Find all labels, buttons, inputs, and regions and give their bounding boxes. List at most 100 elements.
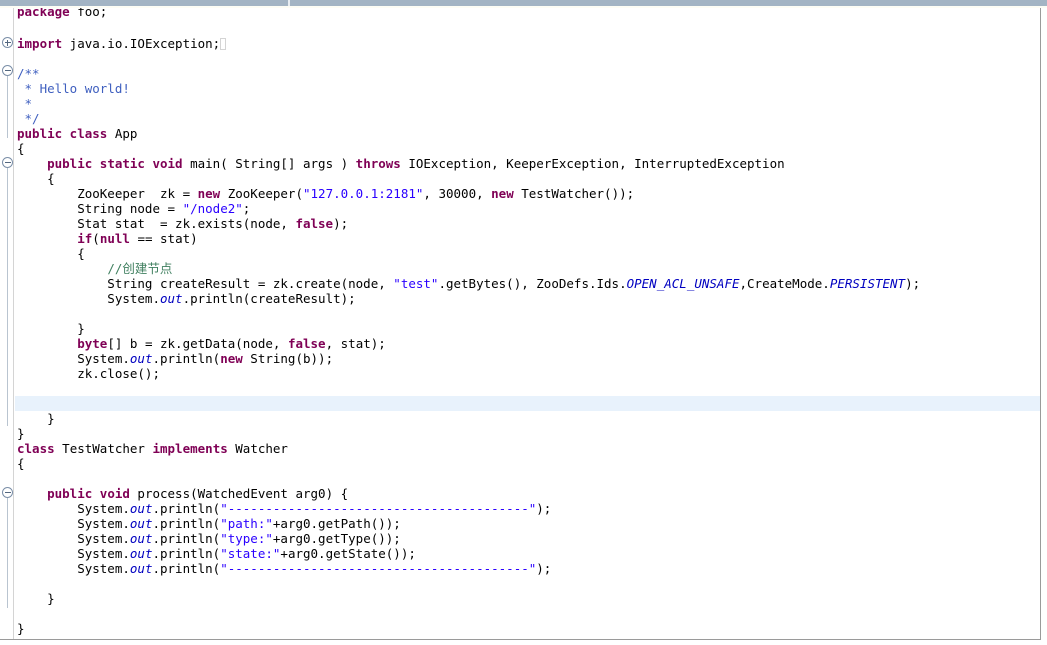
code-token-kw: byte (77, 336, 108, 351)
code-token-cmt: //创建节点 (107, 261, 173, 276)
code-token-jdoc: /** (17, 66, 40, 81)
code-line[interactable]: } (17, 321, 85, 336)
code-token-kw: public void (47, 486, 130, 501)
code-token-jdoc: * Hello world! (17, 81, 130, 96)
code-line[interactable]: zk.close(); (17, 366, 160, 381)
code-token-plain: .println( (152, 351, 221, 366)
code-line[interactable]: /** (17, 66, 40, 81)
code-line[interactable]: System.out.println(createResult); (17, 291, 355, 306)
code-token-plain: App (107, 126, 138, 141)
code-token-plain: ZooKeeper zk = (17, 186, 198, 201)
code-line[interactable]: System.out.println("state:"+arg0.getStat… (17, 546, 416, 561)
folding-gutter[interactable] (0, 8, 14, 639)
code-token-plain: +arg0.getType()); (272, 531, 401, 546)
code-token-plain: .println( (152, 516, 221, 531)
code-token-plain: == stat) (129, 231, 198, 246)
code-token-str: "path:" (220, 516, 273, 531)
fold-connector-line (7, 168, 8, 426)
code-line[interactable]: */ (17, 111, 40, 126)
code-token-plain: System. (17, 291, 160, 306)
code-token-plain: ( (92, 231, 100, 246)
code-line[interactable]: } (17, 591, 55, 606)
code-line[interactable]: System.out.println("--------------------… (17, 561, 551, 576)
code-line[interactable]: String node = "/node2"; (17, 201, 250, 216)
code-token-plain: System. (17, 561, 130, 576)
fold-ring (2, 37, 13, 48)
code-line[interactable]: System.out.println("--------------------… (17, 501, 551, 516)
code-token-plain: } (17, 321, 85, 336)
code-line[interactable]: { (17, 246, 85, 261)
code-token-stat: out (129, 546, 153, 561)
occurrence-marker-icon (220, 38, 227, 50)
code-line[interactable]: if(null == stat) (17, 231, 198, 246)
code-token-plain: Watcher (227, 441, 288, 456)
code-token-plain: .println( (152, 531, 221, 546)
code-token-plain: System. (17, 351, 130, 366)
code-token-plain: ); (536, 561, 552, 576)
code-line[interactable]: class TestWatcher implements Watcher (17, 441, 288, 456)
code-line[interactable]: public static void main( String[] args )… (17, 156, 785, 171)
code-line[interactable]: } (17, 426, 25, 441)
code-token-str: "test" (393, 276, 439, 291)
code-token-str: "---------------------------------------… (220, 561, 537, 576)
code-token-kw: null (99, 231, 130, 246)
code-line[interactable]: byte[] b = zk.getData(node, false, stat)… (17, 336, 386, 351)
code-token-stat: out (160, 291, 183, 306)
code-token-plain: process(WatchedEvent arg0) { (129, 486, 349, 501)
code-surface[interactable]: package foo; import java.io.IOException; /… (15, 8, 1040, 639)
code-token-stat: out (129, 516, 153, 531)
code-line[interactable]: public class App (17, 126, 137, 141)
code-line[interactable]: * Hello world! (17, 81, 130, 96)
code-token-kw: package (17, 8, 70, 19)
code-token-kw: new (491, 186, 514, 201)
code-line[interactable]: //创建节点 (17, 261, 172, 276)
code-token-plain: TestWatcher (54, 441, 153, 456)
java-editor-window: package foo; import java.io.IOException; /… (0, 0, 1047, 645)
code-token-jdoc: */ (17, 111, 40, 126)
code-token-kw: class (17, 441, 55, 456)
code-line[interactable]: } (17, 621, 25, 636)
code-token-plain: { (17, 456, 25, 471)
fold-collapsed-icon[interactable] (2, 36, 13, 48)
code-line[interactable]: System.out.println(new String(b)); (17, 351, 333, 366)
code-token-kw: public static void (47, 156, 183, 171)
fold-connector-line (7, 76, 8, 138)
code-line[interactable]: System.out.println("path:"+arg0.getPath(… (17, 516, 401, 531)
code-token-plain: zk.close(); (17, 366, 160, 381)
editor-body[interactable]: package foo; import java.io.IOException; /… (0, 8, 1041, 640)
fold-expanded-icon[interactable] (2, 486, 13, 498)
code-line[interactable]: } (17, 411, 55, 426)
code-token-plain: IOException, KeeperException, Interrupte… (400, 156, 785, 171)
code-line[interactable]: Stat stat = zk.exists(node, false); (17, 216, 348, 231)
code-token-stat: out (129, 531, 153, 546)
code-line[interactable]: System.out.println("type:"+arg0.getType(… (17, 531, 401, 546)
code-line[interactable]: ZooKeeper zk = new ZooKeeper("127.0.0.1:… (17, 186, 634, 201)
fold-ring (2, 487, 13, 498)
code-token-plain: ,CreateMode. (739, 276, 830, 291)
code-token-plain: System. (17, 531, 130, 546)
code-token-stat: out (129, 351, 153, 366)
code-line[interactable]: String createResult = zk.create(node, "t… (17, 276, 920, 291)
code-token-plain: { (17, 171, 55, 186)
code-token-plain: .println( (152, 546, 221, 561)
code-line[interactable]: import java.io.IOException; (17, 36, 227, 51)
code-line[interactable]: { (17, 141, 25, 156)
code-token-plain: foo; (69, 8, 108, 19)
code-token-plain: TestWatcher()); (513, 186, 635, 201)
current-line-highlight (15, 396, 1040, 411)
fold-connector-line (7, 498, 8, 608)
code-line[interactable]: * (17, 96, 33, 111)
code-line[interactable]: { (17, 171, 55, 186)
code-token-stat: PERSISTENT (829, 276, 906, 291)
code-line[interactable]: package foo; (17, 8, 107, 19)
code-token-plain: .println( (152, 501, 221, 516)
fold-expanded-icon[interactable] (2, 64, 13, 76)
code-line[interactable]: { (17, 456, 25, 471)
fold-expanded-icon[interactable] (2, 156, 13, 168)
code-token-plain: [] b = zk.getData(node, (107, 336, 288, 351)
code-line[interactable]: public void process(WatchedEvent arg0) { (17, 486, 348, 501)
code-token-plain: .println( (152, 561, 221, 576)
